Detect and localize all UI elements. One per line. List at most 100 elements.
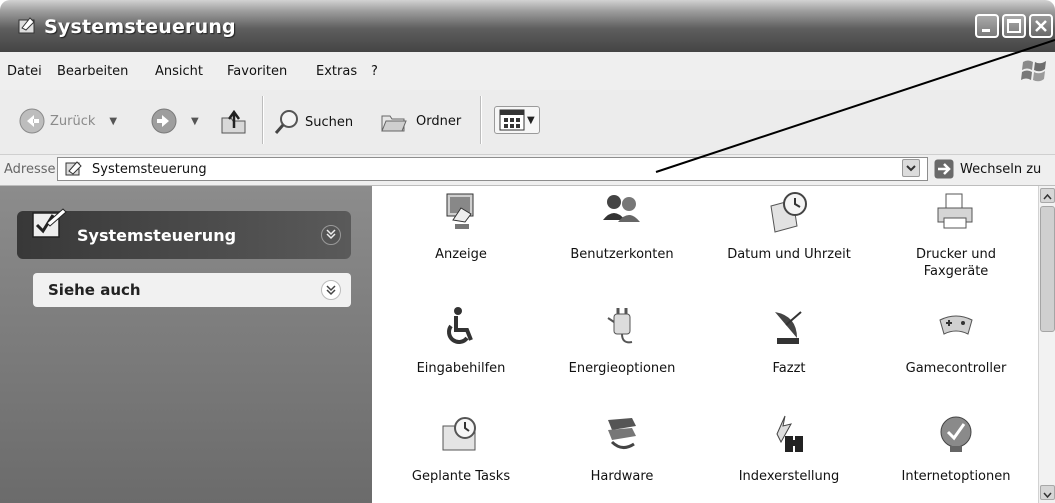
scroll-thumb[interactable] [1040, 206, 1055, 332]
chevron-down-icon [1043, 492, 1052, 499]
item-anzeige[interactable]: Anzeige [381, 190, 541, 263]
item-datum-uhrzeit[interactable]: Datum und Uhrzeit [709, 190, 869, 263]
item-label: Fazzt [772, 361, 806, 376]
item-label: Geplante Tasks [411, 469, 511, 484]
indexing-icon [776, 415, 803, 452]
up-folder-icon [221, 109, 246, 134]
item-label: Datum und Uhrzeit [727, 247, 851, 262]
forward-arrow-icon [151, 108, 177, 134]
menu-favoriten[interactable]: Favoriten [227, 64, 287, 79]
go-button[interactable]: Wechseln zu [934, 159, 1041, 179]
go-label: Wechseln zu [960, 161, 1042, 177]
back-dropdown-icon[interactable]: ▼ [109, 116, 117, 127]
menu-datei[interactable]: Datei [7, 64, 42, 79]
scroll-up-button[interactable] [1040, 188, 1055, 203]
window-title: Systemsteuerung [44, 16, 236, 38]
see-also-title: Siehe auch [48, 281, 141, 299]
close-icon [1035, 20, 1047, 32]
hardware-icon [608, 418, 636, 449]
date-time-icon [770, 192, 807, 233]
folders-button[interactable]: Ordner [380, 108, 461, 134]
minimize-icon [982, 29, 990, 32]
item-drucker[interactable]: Drucker und Faxgeräte [876, 190, 1036, 280]
internet-options-icon [940, 416, 972, 452]
standard-toolbar: Zurück ▼ ▼ Suchen Ordner ▼ [0, 90, 1055, 155]
collapse-button[interactable] [321, 225, 341, 245]
item-geplante-tasks[interactable]: Geplante Tasks [381, 412, 541, 485]
back-arrow-icon [19, 108, 45, 134]
item-label: Internetoptionen [901, 469, 1011, 484]
chevron-up-double-icon [326, 229, 336, 240]
back-button[interactable]: Zurück ▼ [19, 108, 117, 134]
forward-button[interactable]: ▼ [151, 108, 199, 134]
item-gamecontroller[interactable]: Gamecontroller [876, 304, 1036, 377]
minimize-button[interactable] [975, 14, 999, 38]
item-fazzt[interactable]: Fazzt [709, 304, 869, 377]
chevron-up-icon [1043, 193, 1052, 200]
views-button[interactable]: ▼ [494, 106, 540, 134]
item-label: Gamecontroller [905, 361, 1007, 376]
control-panel-panel-title: Systemsteuerung [77, 226, 237, 245]
chevron-down-icon [906, 165, 916, 172]
menu-ansicht[interactable]: Ansicht [155, 64, 203, 79]
menu-bar: Datei Bearbeiten Ansicht Favoriten Extra… [0, 52, 1055, 91]
item-label: Anzeige [435, 247, 487, 262]
folders-label: Ordner [416, 113, 462, 129]
views-dropdown-icon[interactable]: ▼ [527, 115, 535, 126]
search-icon [274, 110, 298, 134]
vertical-scrollbar[interactable] [1038, 186, 1055, 503]
address-bar: Adresse Systemsteuerung Wechseln zu [0, 155, 1055, 186]
up-folder-button[interactable] [219, 106, 249, 136]
control-panel-panel-header[interactable]: Systemsteuerung [17, 208, 351, 259]
explorer-window: Systemsteuerung Datei Bearbeiten Ansicht… [0, 0, 1055, 503]
forward-dropdown-icon[interactable]: ▼ [191, 116, 199, 127]
search-label: Suchen [305, 114, 354, 130]
item-energieoptionen[interactable]: Energieoptionen [542, 304, 702, 377]
maximize-icon [1007, 19, 1021, 33]
item-hardware[interactable]: Hardware [542, 412, 702, 485]
satellite-dish-icon [775, 311, 802, 344]
item-internetoptionen[interactable]: Internetoptionen [876, 412, 1036, 485]
printer-fax-icon [937, 193, 973, 229]
close-button[interactable] [1029, 14, 1053, 38]
item-label: Indexerstellung [738, 469, 840, 484]
item-label: Benutzerkonten [570, 247, 674, 262]
item-label: Hardware [590, 469, 654, 484]
menu-extras[interactable]: Extras [316, 64, 357, 79]
item-label: Drucker und Faxgeräte [915, 247, 996, 279]
power-options-icon [607, 308, 633, 344]
expand-button[interactable] [321, 280, 341, 300]
menu-help[interactable]: ? [371, 64, 378, 79]
accessibility-icon [447, 307, 473, 344]
folders-icon [381, 115, 407, 132]
task-pane: Systemsteuerung Siehe auch [0, 186, 372, 503]
views-icon [499, 109, 525, 131]
user-accounts-icon [603, 195, 640, 222]
item-label: Eingabehilfen [416, 361, 506, 376]
address-field[interactable]: Systemsteuerung [57, 157, 928, 181]
control-panel-icon [18, 17, 35, 34]
address-label: Adresse [4, 162, 56, 177]
search-button[interactable]: Suchen [273, 108, 353, 136]
chevron-down-double-icon [326, 285, 336, 296]
item-indexerstellung[interactable]: Indexerstellung [709, 412, 869, 485]
address-value: Systemsteuerung [92, 162, 207, 177]
item-label: Energieoptionen [568, 361, 676, 376]
see-also-panel-header[interactable]: Siehe auch [33, 273, 351, 307]
control-panel-icon [32, 208, 67, 238]
back-label: Zurück [50, 113, 96, 129]
display-icon [446, 193, 474, 229]
address-dropdown-button[interactable] [902, 159, 920, 177]
windows-logo-icon [1021, 60, 1046, 82]
scheduled-tasks-icon [442, 417, 476, 451]
go-arrow-icon [934, 159, 954, 179]
scroll-down-button[interactable] [1040, 485, 1055, 500]
item-benutzerkonten[interactable]: Benutzerkonten [542, 190, 702, 263]
menu-bearbeiten[interactable]: Bearbeiten [57, 64, 128, 79]
control-panel-icon [65, 161, 82, 176]
control-panel-items: Anzeige Benutzerkonten Datum und Uhrzeit [373, 186, 1038, 503]
gamepad-icon [939, 315, 973, 335]
item-eingabehilfen[interactable]: Eingabehilfen [381, 304, 541, 377]
maximize-button[interactable] [1002, 14, 1026, 38]
title-bar[interactable]: Systemsteuerung [0, 0, 1055, 52]
